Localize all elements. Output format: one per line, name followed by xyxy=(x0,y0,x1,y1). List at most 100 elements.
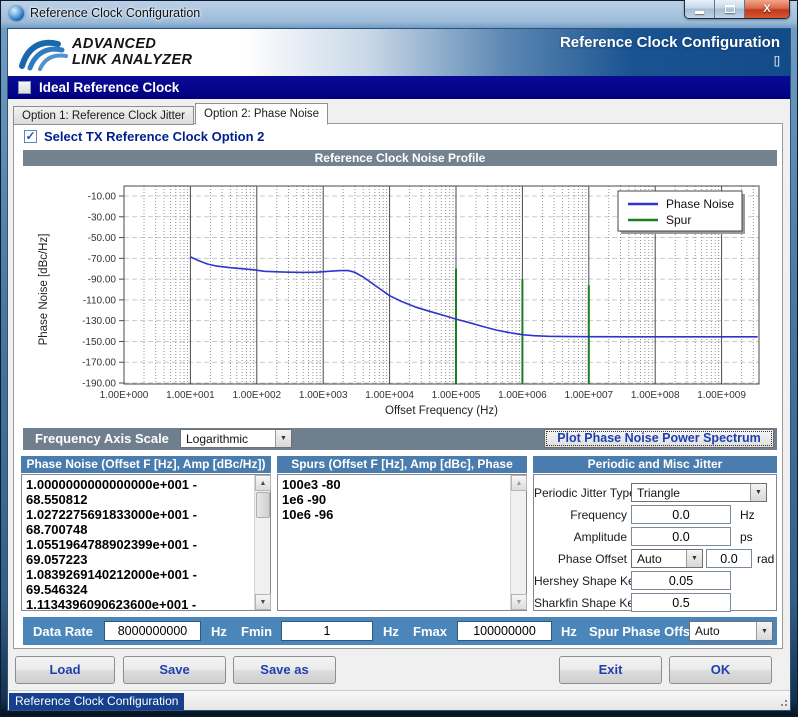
amplitude-unit: ps xyxy=(740,530,753,544)
maximize-button[interactable] xyxy=(715,0,745,18)
svg-text:Spur: Spur xyxy=(666,213,691,227)
data-rate-unit: Hz xyxy=(211,624,227,639)
svg-text:-150.00: -150.00 xyxy=(82,337,116,348)
svg-text:1.00E+005: 1.00E+005 xyxy=(432,390,481,401)
ok-button[interactable]: OK xyxy=(669,656,772,684)
minimize-icon xyxy=(695,11,704,14)
phase-offset-unit: rad xyxy=(757,552,774,566)
fmax-field[interactable] xyxy=(457,621,552,641)
periodic-jitter-type-dropdown[interactable]: Triangle ▼ xyxy=(631,483,767,502)
svg-text:1.00E+003: 1.00E+003 xyxy=(299,390,348,401)
svg-text:-30.00: -30.00 xyxy=(88,212,117,223)
periodic-jitter-panel: Periodic Jitter Type Triangle ▼ Frequenc… xyxy=(533,474,777,611)
phase-noise-scrollbar[interactable]: ▲ ▼ xyxy=(254,475,270,610)
plot-phase-noise-power-spectrum-button[interactable]: Plot Phase Noise Power Spectrum xyxy=(544,429,774,448)
dropdown-value: Triangle xyxy=(632,486,750,500)
phase-offset-label: Phase Offset xyxy=(534,552,631,566)
fmax-unit: Hz xyxy=(561,624,577,639)
window-controls: X xyxy=(684,0,790,19)
svg-text:1.00E+006: 1.00E+006 xyxy=(498,390,547,401)
svg-text:1.00E+002: 1.00E+002 xyxy=(232,390,281,401)
fmax-label: Fmax xyxy=(413,624,447,639)
spurs-panel: 100e3 -80 1e6 -90 10e6 -96 ▲ ▼ xyxy=(277,474,527,611)
scroll-down-icon[interactable]: ▼ xyxy=(255,594,271,610)
check-icon: ✓ xyxy=(25,130,35,142)
hershey-shape-key-field[interactable] xyxy=(631,571,731,590)
save-as-button[interactable]: Save as xyxy=(233,656,336,684)
ideal-clock-bar: ✓ Ideal Reference Clock xyxy=(8,76,790,99)
load-button[interactable]: Load xyxy=(15,656,115,684)
phase-offset-mode-dropdown[interactable]: Auto ▼ xyxy=(631,549,703,568)
frequency-unit: Hz xyxy=(740,508,755,522)
dialog-title: Reference Clock Configuration xyxy=(560,34,780,51)
exit-button[interactable]: Exit xyxy=(559,656,662,684)
hershey-shape-key-label: Hershey Shape Key xyxy=(534,574,631,588)
window-title: Reference Clock Configuration xyxy=(30,6,200,20)
spurs-panel-header: Spurs (Offset F [Hz], Amp [dBc], Phase [… xyxy=(277,456,527,473)
svg-text:Offset Frequency (Hz): Offset Frequency (Hz) xyxy=(385,405,498,417)
select-tx-option2-checkbox[interactable]: ✓ xyxy=(24,130,37,143)
chevron-down-icon: ▼ xyxy=(750,484,766,501)
window: Reference Clock Configuration X ADVANCED… xyxy=(0,0,798,717)
svg-text:Phase Noise: Phase Noise xyxy=(666,197,734,211)
brand-name: ADVANCED LINK ANALYZER xyxy=(72,36,192,68)
phase-noise-panel: 1.0000000000000000e+001 - 68.550812 1.02… xyxy=(21,474,271,611)
app-header: ADVANCED LINK ANALYZER Reference Clock C… xyxy=(8,29,790,76)
scrollbar-thumb[interactable] xyxy=(256,492,270,518)
sharkfin-shape-key-label: Sharkfin Shape Key xyxy=(534,596,631,610)
maximize-icon xyxy=(725,5,735,13)
jitter-panel-header: Periodic and Misc Jitter xyxy=(533,456,777,473)
fmin-field[interactable] xyxy=(281,621,373,641)
svg-text:1.00E+009: 1.00E+009 xyxy=(697,390,746,401)
minimize-button[interactable] xyxy=(685,0,715,18)
ideal-clock-checkbox[interactable]: ✓ xyxy=(18,81,31,94)
phase-offset-field[interactable] xyxy=(706,549,752,568)
titlebar[interactable]: Reference Clock Configuration X xyxy=(0,0,798,28)
data-rate-field[interactable] xyxy=(104,621,201,641)
spur-phase-offset-dropdown[interactable]: Auto ▼ xyxy=(689,621,773,641)
amplitude-field[interactable] xyxy=(631,527,731,546)
data-rate-label: Data Rate xyxy=(33,624,93,639)
app-icon xyxy=(9,6,24,21)
svg-text:1.00E+007: 1.00E+007 xyxy=(564,390,613,401)
chevron-down-icon: ▼ xyxy=(686,550,702,567)
phase-noise-textbox[interactable]: 1.0000000000000000e+001 - 68.550812 1.02… xyxy=(22,475,254,610)
svg-text:-50.00: -50.00 xyxy=(88,233,117,244)
frequency-field[interactable] xyxy=(631,505,731,524)
scroll-up-icon[interactable]: ▲ xyxy=(255,475,271,491)
save-button[interactable]: Save xyxy=(123,656,226,684)
svg-text:-10.00: -10.00 xyxy=(88,192,117,203)
spurs-textbox[interactable]: 100e3 -80 1e6 -90 10e6 -96 xyxy=(278,475,510,610)
scroll-up-icon[interactable]: ▲ xyxy=(511,475,527,491)
close-button[interactable]: X xyxy=(745,0,789,18)
svg-text:-70.00: -70.00 xyxy=(88,254,117,265)
frequency-axis-scale-dropdown[interactable]: Logarithmic ▼ xyxy=(180,429,292,448)
select-tx-option2-label: Select TX Reference Clock Option 2 xyxy=(44,129,264,144)
frequency-axis-bar: Frequency Axis Scale Logarithmic ▼ Plot … xyxy=(23,428,777,450)
svg-text:-170.00: -170.00 xyxy=(82,358,116,369)
svg-text:Phase Noise [dBc/Hz]: Phase Noise [dBc/Hz] xyxy=(38,234,50,346)
tab-reference-clock-jitter[interactable]: Option 1: Reference Clock Jitter xyxy=(13,106,194,125)
status-text: Reference Clock Configuration xyxy=(9,693,184,710)
svg-text:-110.00: -110.00 xyxy=(83,295,117,306)
wave-logo-icon xyxy=(18,32,72,72)
chevron-down-icon: ▼ xyxy=(275,430,291,447)
chevron-down-icon: ▼ xyxy=(756,622,772,640)
spurs-scrollbar[interactable]: ▲ ▼ xyxy=(510,475,526,610)
fmin-unit: Hz xyxy=(383,624,399,639)
ideal-clock-label: Ideal Reference Clock xyxy=(39,80,179,95)
scroll-down-icon[interactable]: ▼ xyxy=(511,594,527,610)
resize-grip[interactable] xyxy=(778,697,788,707)
svg-text:1.00E+001: 1.00E+001 xyxy=(166,390,215,401)
frequency-axis-label: Frequency Axis Scale xyxy=(35,431,169,446)
frequency-label: Frequency xyxy=(534,508,631,522)
brand-logo: ADVANCED LINK ANALYZER xyxy=(18,32,192,72)
chart-title-bar: Reference Clock Noise Profile xyxy=(23,150,777,166)
tab-phase-noise[interactable]: Option 2: Phase Noise xyxy=(195,103,328,125)
sharkfin-shape-key-field[interactable] xyxy=(631,593,731,612)
svg-text:-90.00: -90.00 xyxy=(88,275,117,286)
svg-text:1.00E+000: 1.00E+000 xyxy=(100,390,149,401)
svg-text:-130.00: -130.00 xyxy=(82,316,116,327)
periodic-jitter-type-label: Periodic Jitter Type xyxy=(534,486,631,500)
svg-text:1.00E+004: 1.00E+004 xyxy=(365,390,414,401)
